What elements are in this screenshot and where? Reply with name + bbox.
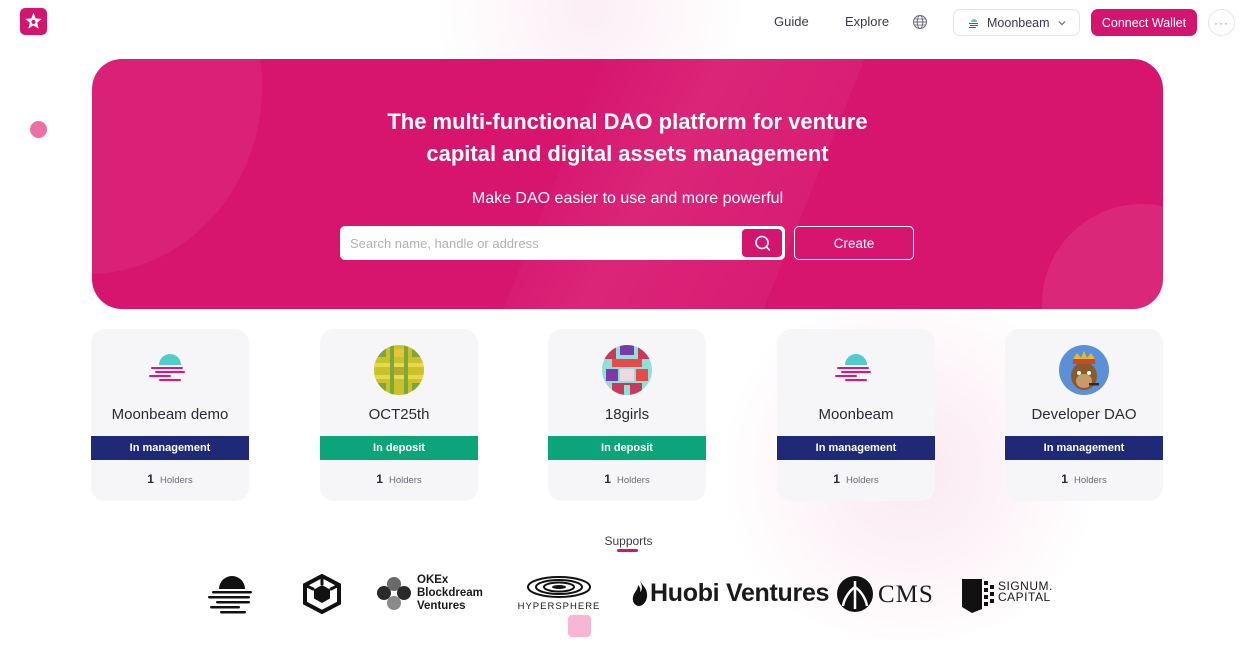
pixel-avatar-icon	[602, 345, 652, 395]
hero-title-line: capital and digital assets management	[426, 141, 829, 166]
moonbeam-icon	[831, 345, 881, 395]
ape-avatar-icon	[1059, 345, 1109, 395]
signum-text-line: CAPITAL	[998, 590, 1051, 604]
cms-logo[interactable]	[836, 575, 874, 613]
hero-decoration	[1042, 204, 1163, 309]
holders-info: 1 Holders	[91, 472, 249, 486]
dao-name: Moonbeam	[818, 406, 894, 423]
holders-label: Holders	[616, 475, 650, 486]
signum-logo[interactable]	[960, 575, 998, 613]
cube-logo[interactable]	[302, 574, 342, 614]
globe-icon[interactable]	[912, 14, 928, 30]
connect-wallet-button[interactable]: Connect Wallet	[1091, 9, 1197, 36]
holders-count: 1	[376, 472, 383, 486]
grid-avatar-icon	[374, 345, 424, 395]
dao-name: OCT25th	[368, 406, 430, 423]
star-icon	[25, 12, 42, 29]
status-badge: In management	[1005, 436, 1163, 460]
network-selector[interactable]: Moonbeam	[953, 9, 1080, 36]
okex-text-line: Ventures	[417, 600, 466, 612]
dao-card[interactable]: OCT25th In deposit 1 Holders	[320, 329, 478, 501]
hero-decoration	[483, 59, 881, 309]
huobi-text: Huobi Ventures	[650, 579, 830, 607]
holders-label: Holders	[388, 475, 422, 486]
holders-label: Holders	[159, 475, 193, 486]
hero-banner: The multi-functional DAO platform for ve…	[92, 59, 1163, 309]
holders-count: 1	[1061, 472, 1068, 486]
holders-count: 1	[604, 472, 611, 486]
cms-text: CMS	[878, 581, 934, 608]
nav-explore[interactable]: Explore	[845, 14, 889, 29]
holders-info: 1 Holders	[548, 472, 706, 486]
status-badge: In management	[91, 436, 249, 460]
search-button[interactable]	[742, 229, 782, 257]
network-name: Moonbeam	[987, 15, 1050, 30]
okex-text: OKEx Blockdream Ventures	[417, 574, 483, 613]
holders-label: Holders	[845, 475, 879, 486]
more-menu-button[interactable]: ···	[1208, 9, 1235, 36]
dao-card[interactable]: Moonbeam demo In management 1 Holders	[91, 329, 249, 501]
search-icon	[755, 235, 771, 251]
holders-count: 1	[147, 472, 154, 486]
nav-guide[interactable]: Guide	[774, 14, 809, 29]
dao-card[interactable]: Developer DAO In management 1 Holders	[1005, 329, 1163, 501]
hero-subtitle: Make DAO easier to use and more powerful	[471, 190, 784, 207]
status-badge: In deposit	[320, 436, 478, 460]
search-input[interactable]	[340, 226, 740, 260]
holders-info: 1 Holders	[777, 472, 935, 486]
holders-count: 1	[833, 472, 840, 486]
moonbeam-icon	[145, 345, 195, 395]
dao-name: 18girls	[604, 406, 650, 423]
holders-info: 1 Holders	[1005, 472, 1163, 486]
okex-text-line: Blockdream	[417, 587, 483, 599]
hero-title-line: The multi-functional DAO platform for ve…	[387, 109, 868, 134]
hypersphere-logo[interactable]	[526, 575, 592, 599]
supports-underline	[617, 549, 638, 552]
dao-name: Developer DAO	[1031, 406, 1137, 423]
app-logo[interactable]	[20, 8, 47, 35]
okex-logo[interactable]	[375, 576, 415, 612]
floating-square	[568, 615, 591, 637]
holders-info: 1 Holders	[320, 472, 478, 486]
moonbeam-logo[interactable]	[206, 574, 254, 614]
search-box	[340, 226, 785, 260]
dao-name: Moonbeam demo	[111, 406, 229, 423]
create-button[interactable]: Create	[794, 226, 914, 260]
hypersphere-text: HYPERSPHERE	[517, 601, 601, 612]
status-badge: In management	[777, 436, 935, 460]
dao-card[interactable]: 18girls In deposit 1 Holders	[548, 329, 706, 501]
moonbeam-icon	[969, 18, 978, 28]
dao-card[interactable]: Moonbeam In management 1 Holders	[777, 329, 935, 501]
signum-text: SIGNUM. CAPITAL	[998, 580, 1053, 604]
supports-title: Supports	[604, 534, 653, 548]
huobi-flame-icon[interactable]	[631, 580, 649, 607]
status-badge: In deposit	[548, 436, 706, 460]
okex-text-line: OKEx	[417, 574, 449, 586]
floating-dot	[30, 121, 47, 138]
holders-label: Holders	[1073, 475, 1107, 486]
chevron-down-icon	[1058, 20, 1065, 25]
hero-title: The multi-functional DAO platform for ve…	[92, 106, 1163, 170]
